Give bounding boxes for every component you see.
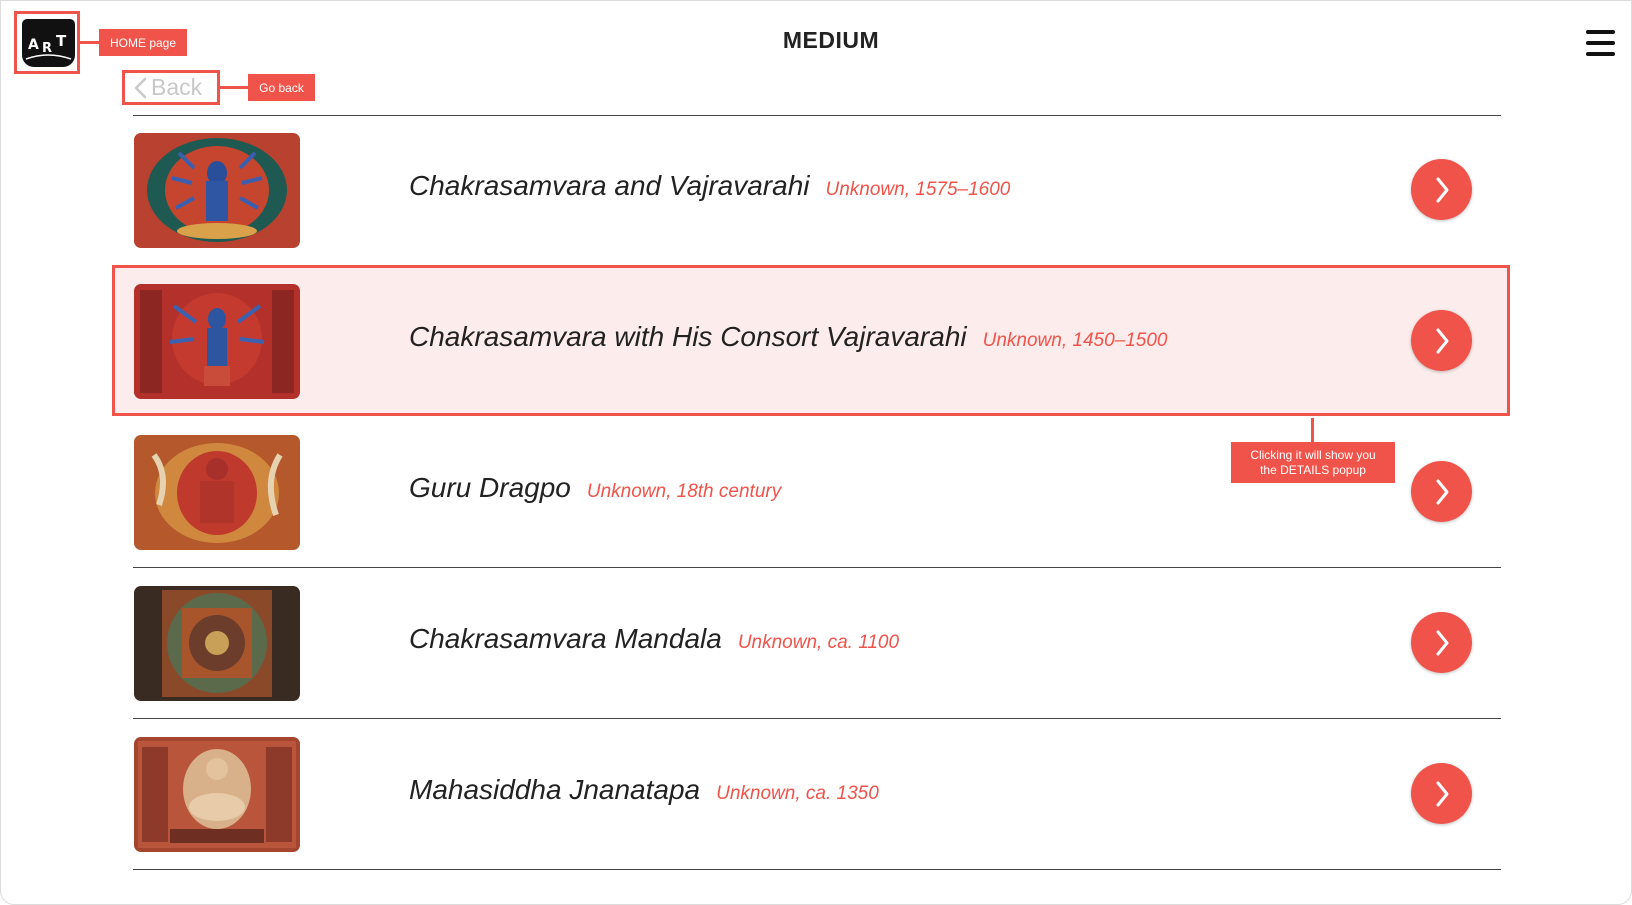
artwork-title: Mahasiddha Jnanatapa xyxy=(409,774,701,805)
chevron-right-icon xyxy=(1436,177,1448,202)
artwork-thumbnail xyxy=(134,435,300,550)
list-item-highlighted[interactable]: Chakrasamvara with His Consort Vajravara… xyxy=(112,265,1510,417)
artwork-title: Chakrasamvara Mandala xyxy=(409,623,722,654)
artwork-title: Chakrasamvara and Vajravarahi xyxy=(409,170,810,201)
open-details-button[interactable] xyxy=(1411,310,1472,371)
artwork-title: Guru Dragpo xyxy=(409,472,571,503)
list-item[interactable]: Chakrasamvara and Vajravarahi Unknown, 15… xyxy=(133,115,1501,266)
annotation-connector xyxy=(1311,418,1314,442)
artwork-meta: Unknown, 18th century xyxy=(586,481,782,502)
list-item[interactable]: Guru Dragpo Unknown, 18th century xyxy=(133,417,1501,568)
chevron-left-icon xyxy=(134,77,147,98)
open-details-button[interactable] xyxy=(1411,763,1472,824)
chevron-right-icon xyxy=(1436,781,1448,806)
back-button[interactable]: Back xyxy=(122,70,220,105)
artwork-meta: Unknown, ca. 1100 xyxy=(737,632,900,653)
open-details-button[interactable] xyxy=(1411,159,1472,220)
artwork-thumbnail xyxy=(134,586,300,701)
details-annotation-tag: Clicking it will show you the DETAILS po… xyxy=(1231,442,1395,483)
artwork-title: Chakrasamvara with His Consort Vajravara… xyxy=(409,321,967,352)
hamburger-menu-icon[interactable] xyxy=(1586,30,1615,56)
details-annotation-line1: Clicking it will show you xyxy=(1250,447,1376,462)
list-item[interactable]: Mahasiddha Jnanatapa Unknown, ca. 1350 xyxy=(133,719,1501,870)
app-window: A R T HOME page MEDIUM Back Go back Chak… xyxy=(0,0,1632,905)
open-details-button[interactable] xyxy=(1411,461,1472,522)
back-label: Back xyxy=(151,74,203,100)
details-annotation-line2: the DETAILS popup xyxy=(1260,462,1366,477)
annotation-connector xyxy=(220,86,248,89)
artwork-thumbnail xyxy=(134,133,300,248)
chevron-right-icon xyxy=(1436,328,1448,353)
artwork-meta: Unknown, ca. 1350 xyxy=(716,783,879,804)
chevron-right-icon xyxy=(1436,630,1448,655)
page-title: MEDIUM xyxy=(782,27,880,53)
artwork-thumbnail xyxy=(134,284,300,399)
chevron-right-icon xyxy=(1436,479,1448,504)
open-details-button[interactable] xyxy=(1411,612,1472,673)
divider xyxy=(133,869,1501,870)
back-annotation-tag: Go back xyxy=(248,74,315,101)
artwork-meta: Unknown, 1575–1600 xyxy=(825,179,1011,200)
artwork-meta: Unknown, 1450–1500 xyxy=(982,330,1168,351)
artwork-thumbnail xyxy=(134,737,300,852)
list-item[interactable]: Chakrasamvara Mandala Unknown, ca. 1100 xyxy=(133,568,1501,719)
